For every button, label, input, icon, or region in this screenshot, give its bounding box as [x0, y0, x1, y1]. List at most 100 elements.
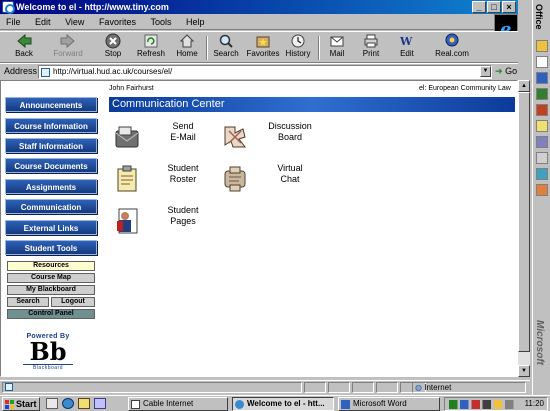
menu-edit[interactable]: Edit	[29, 14, 57, 30]
virtual-chat-link[interactable]: Virtual Chat	[217, 163, 327, 199]
nav-student-tools[interactable]: Student Tools	[5, 240, 97, 255]
nav-assignments[interactable]: Assignments	[5, 179, 97, 194]
quicklaunch-ie-icon[interactable]	[62, 398, 74, 409]
go-button[interactable]: ➔ Go	[495, 66, 517, 77]
status-bar: ◍ Internet	[0, 380, 530, 393]
office-contacts-icon[interactable]	[536, 168, 548, 180]
student-roster-link[interactable]: Student Roster	[109, 163, 219, 199]
logout-button[interactable]: Logout	[51, 297, 95, 307]
task-microsoft-word[interactable]: Microsoft Word	[338, 397, 440, 411]
scroll-down-icon[interactable]: ▼	[518, 365, 530, 377]
user-name: John Fairhurst	[109, 85, 154, 92]
office-shortcut-bar: Office Microsoft	[532, 0, 550, 395]
menu-favorites[interactable]: Favorites	[93, 14, 142, 30]
toolbar-separator	[318, 36, 320, 60]
window-title: Welcome to el - http://www.tiny.com	[16, 2, 169, 12]
menu-view[interactable]: View	[59, 14, 90, 30]
start-button[interactable]: Start	[2, 397, 40, 411]
tray-icons[interactable]	[449, 400, 519, 409]
office-outlook-icon[interactable]	[536, 120, 548, 132]
address-input[interactable]: http://virtual.hud.ac.uk/courses/el/	[38, 65, 492, 79]
address-bar: Address http://virtual.hud.ac.uk/courses…	[0, 63, 518, 79]
nav-staff-information[interactable]: Staff Information	[5, 138, 97, 153]
scroll-thumb[interactable]	[518, 92, 530, 352]
nav-announcements[interactable]: Announcements	[5, 97, 97, 112]
svg-text:W: W	[399, 35, 413, 48]
security-zone-panel: ◍ Internet	[412, 382, 526, 393]
mail-button[interactable]: Mail	[324, 33, 350, 63]
search-button[interactable]: Search	[210, 33, 242, 63]
history-icon	[290, 33, 306, 49]
vertical-scrollbar[interactable]: ▲ ▼	[518, 80, 530, 377]
nav-external-links[interactable]: External Links	[5, 220, 97, 235]
control-panel-button[interactable]: Control Panel	[7, 309, 95, 319]
task-cable-internet[interactable]: Cable Internet	[128, 397, 228, 411]
search-label: Search	[213, 49, 239, 58]
menu-bar: File Edit View Favorites Tools Help	[0, 14, 518, 30]
office-calendar-icon[interactable]	[536, 152, 548, 164]
forward-button[interactable]: Forward	[48, 33, 88, 63]
address-value: http://virtual.hud.ac.uk/courses/el/	[53, 67, 173, 76]
office-new-doc-icon[interactable]	[536, 56, 548, 68]
office-excel-icon[interactable]	[536, 88, 548, 100]
real-button[interactable]: Real.com	[434, 33, 470, 63]
search-button-nav[interactable]: Search	[7, 297, 49, 307]
nav-communication[interactable]: Communication	[5, 199, 97, 214]
start-label: Start	[16, 399, 37, 409]
go-label: Go	[505, 66, 518, 76]
history-button[interactable]: History	[284, 33, 312, 63]
discussion-board-icon	[221, 123, 249, 151]
page-done-icon	[5, 383, 13, 391]
toolbar-separator	[206, 36, 208, 60]
quicklaunch-channels-icon[interactable]	[94, 398, 106, 409]
word-task-icon	[341, 400, 350, 409]
favorites-button[interactable]: Favorites	[244, 33, 282, 63]
back-button[interactable]: Back	[6, 33, 42, 63]
task-label: Microsoft Word	[353, 399, 407, 408]
refresh-label: Refresh	[136, 49, 165, 58]
favorites-icon	[255, 33, 271, 49]
bb-mark: Bb	[29, 337, 67, 366]
office-powerpoint-icon[interactable]	[536, 104, 548, 116]
maximize-button[interactable]: □	[487, 1, 501, 13]
resources-button[interactable]: Resources	[7, 261, 95, 271]
section-title-bar: Communication Center	[109, 97, 515, 112]
scroll-up-icon[interactable]: ▲	[518, 80, 530, 92]
home-label: Home	[176, 49, 198, 58]
send-email-link[interactable]: Send E-Mail	[109, 121, 219, 157]
blackboard-logo[interactable]: Powered By Bb Blackboard	[23, 333, 73, 376]
status-text-panel	[2, 382, 302, 393]
refresh-button[interactable]: Refresh	[134, 33, 168, 63]
task-label: Welcome to el - htt...	[247, 399, 325, 408]
menu-help[interactable]: Help	[180, 14, 211, 30]
menu-file[interactable]: File	[0, 14, 27, 30]
discussion-board-link[interactable]: Discussion Board	[217, 121, 327, 157]
chevron-down-icon[interactable]: ▼	[480, 66, 491, 77]
nav-course-documents[interactable]: Course Documents	[5, 158, 97, 173]
my-blackboard-button[interactable]: My Blackboard	[7, 285, 95, 295]
quicklaunch-outlook-icon[interactable]	[78, 398, 90, 409]
window-title-bar[interactable]: Welcome to el - http://www.tiny.com _ □ …	[0, 0, 518, 14]
stop-button[interactable]: Stop	[98, 33, 128, 63]
edit-button[interactable]: W Edit	[392, 33, 422, 63]
home-button[interactable]: Home	[172, 33, 202, 63]
refresh-icon	[143, 33, 159, 49]
office-access-icon[interactable]	[536, 136, 548, 148]
discussion-board-label: Discussion Board	[268, 121, 312, 142]
menu-tools[interactable]: Tools	[144, 14, 177, 30]
go-arrow-icon: ➔	[495, 66, 503, 76]
address-label: Address	[4, 66, 38, 76]
print-icon	[363, 33, 379, 49]
student-pages-link[interactable]: Student Pages	[109, 205, 219, 241]
print-button[interactable]: Print	[358, 33, 384, 63]
office-word-icon[interactable]	[536, 72, 548, 84]
standard-toolbar: Back Forward Stop Refresh Home Search Fa…	[0, 31, 518, 63]
office-folder-icon[interactable]	[536, 40, 548, 52]
course-map-button[interactable]: Course Map	[7, 273, 95, 283]
task-welcome-to-el[interactable]: Welcome to el - htt...	[232, 397, 334, 411]
nav-course-information[interactable]: Course Information	[5, 118, 97, 133]
close-button[interactable]: ×	[502, 1, 516, 13]
office-notes-icon[interactable]	[536, 184, 548, 196]
quicklaunch-desktop-icon[interactable]	[46, 398, 58, 409]
minimize-button[interactable]: _	[472, 1, 486, 13]
